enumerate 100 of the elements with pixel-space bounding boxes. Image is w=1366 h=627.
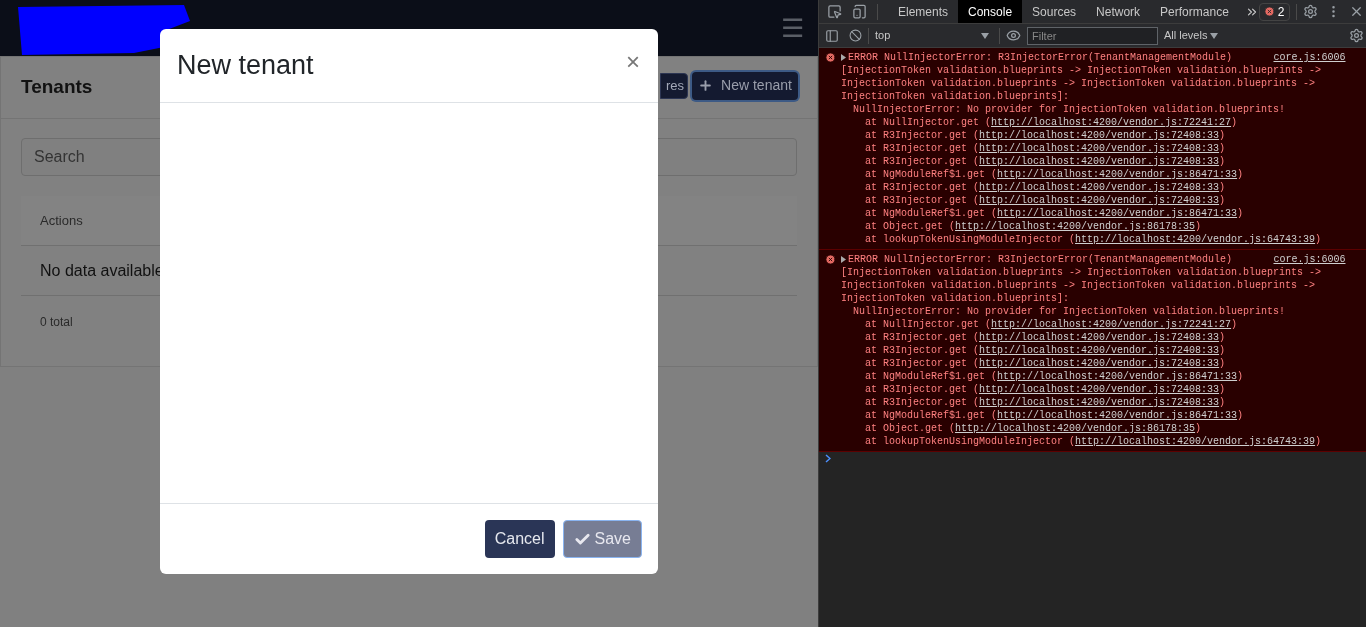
stack-call: at Object.get ( [865,422,955,435]
stack-link[interactable]: http://localhost:4200/vendor.js:86178:35 [955,422,1196,435]
stack-link[interactable]: http://localhost:4200/vendor.js:72408:33 [979,142,1220,155]
stack-paren: ) [1219,396,1226,409]
source-link[interactable]: core.js:6006 [1273,51,1346,64]
stack-paren: ) [1219,344,1226,357]
error-count: 2 [1277,3,1285,21]
stack-paren: ) [1237,409,1244,422]
stack-paren: ) [1237,207,1244,220]
plus-icon [698,78,714,93]
stack-paren: ) [1195,422,1202,435]
console-prompt-icon[interactable] [825,454,831,463]
stack-call: at NgModuleRef$1.get ( [865,409,998,422]
error-text-line: [InjectionToken validation.blueprints -> InjectionToken validation.blueprints -> [841,266,1323,279]
error-text-line: InjectionToken validation.blueprints]: [841,90,1071,103]
new-tenant-button[interactable]: New tenant [692,71,798,100]
devtools-tab[interactable]: Network [1086,0,1151,23]
stack-paren: ) [1219,181,1226,194]
stack-link[interactable]: http://localhost:4200/vendor.js:72408:33 [979,344,1220,357]
total-count: 0 total [40,314,73,331]
stack-link[interactable]: http://localhost:4200/vendor.js:72241:27 [991,116,1232,129]
stack-paren: ) [1231,318,1238,331]
expand-triangle-icon [841,54,846,61]
page-title: Tenants [21,75,93,100]
stack-call: at Object.get ( [865,220,955,233]
stack-paren: ) [1219,142,1226,155]
error-icon [1263,6,1275,17]
stack-link[interactable]: http://localhost:4200/vendor.js:72408:33 [979,129,1220,142]
error-text-line: InjectionToken validation.blueprints]: [841,292,1071,305]
stack-paren: ) [1237,370,1244,383]
stack-call: at R3Injector.get ( [865,129,980,142]
stack-link[interactable]: http://localhost:4200/vendor.js:86471:33 [997,409,1238,422]
sidebar-toggle-icon[interactable] [825,28,839,43]
stack-link[interactable]: http://localhost:4200/vendor.js:64743:39 [1075,233,1316,246]
stack-paren: ) [1315,233,1322,246]
stack-call: at R3Injector.get ( [865,396,980,409]
stack-link[interactable]: http://localhost:4200/vendor.js:72408:33 [979,396,1220,409]
error-detail: NullInjectorError: No provider for InjectionToken validation.blueprints! [852,103,1287,116]
stack-call: at NgModuleRef$1.get ( [865,207,998,220]
modal-title: New tenant [177,49,314,83]
clear-console-icon[interactable] [849,29,862,42]
cancel-button[interactable]: Cancel [484,520,555,558]
devtools-tab[interactable]: Console [958,0,1023,23]
stack-paren: ) [1219,155,1226,168]
log-levels-selector[interactable]: All levels [1164,27,1219,44]
stack-call: at R3Injector.get ( [865,344,980,357]
stack-link[interactable]: http://localhost:4200/vendor.js:72408:33 [979,331,1220,344]
expand-triangle-icon [841,256,846,263]
stack-paren: ) [1219,129,1226,142]
error-count-badge[interactable]: 2 [1258,2,1290,21]
stack-call: at R3Injector.get ( [865,155,980,168]
empty-table-text: No data available [40,260,164,281]
close-button[interactable]: × [626,49,640,74]
error-text-line: InjectionToken validation.blueprints -> InjectionToken validation.blueprints -> [841,279,1317,292]
inspect-icon[interactable] [827,4,842,19]
stack-link[interactable]: http://localhost:4200/vendor.js:72241:27 [991,318,1232,331]
stack-paren: ) [1219,383,1226,396]
devtools-tab[interactable]: Sources [1022,0,1087,23]
stack-call: at R3Injector.get ( [865,383,980,396]
dropdown-caret-icon [981,32,989,39]
settings-icon[interactable] [1302,4,1318,19]
stack-link[interactable]: http://localhost:4200/vendor.js:72408:33 [979,194,1220,207]
stack-link[interactable]: http://localhost:4200/vendor.js:86471:33 [997,370,1238,383]
stack-call: at R3Injector.get ( [865,181,980,194]
column-header: Actions [40,211,83,230]
stack-link[interactable]: http://localhost:4200/vendor.js:64743:39 [1075,435,1316,448]
stack-call: at R3Injector.get ( [865,331,980,344]
stack-call: at NullInjector.get ( [865,116,992,129]
stack-paren: ) [1219,331,1226,344]
stack-call: at R3Injector.get ( [865,357,980,370]
stack-call: at NgModuleRef$1.get ( [865,168,998,181]
error-text-line: InjectionToken validation.blueprints -> InjectionToken validation.blueprints -> [841,77,1317,90]
stack-link[interactable]: http://localhost:4200/vendor.js:72408:33 [979,155,1220,168]
stack-paren: ) [1219,357,1226,370]
console-settings-icon[interactable] [1348,28,1364,43]
error-icon [825,254,836,265]
device-toolbar-icon[interactable] [852,4,867,19]
context-selector[interactable]: top [875,27,993,44]
error-detail: NullInjectorError: No provider for InjectionToken validation.blueprints! [852,305,1287,318]
stack-paren: ) [1237,168,1244,181]
dropdown-caret-icon [1210,32,1219,39]
stack-link[interactable]: http://localhost:4200/vendor.js:72408:33 [979,181,1220,194]
source-link[interactable]: core.js:6006 [1273,253,1346,266]
stack-paren: ) [1195,220,1202,233]
stack-call: at R3Injector.get ( [865,142,980,155]
filter-field[interactable]: Filter [1027,26,1158,45]
devtools-tab[interactable]: Performance [1150,0,1239,23]
header-button[interactable]: res [660,72,688,99]
stack-call: at NgModuleRef$1.get ( [865,370,998,383]
stack-paren: ) [1315,435,1322,448]
stack-link[interactable]: http://localhost:4200/vendor.js:72408:33 [979,357,1220,370]
stack-paren: ) [1219,194,1226,207]
devtools-tab[interactable]: Elements [888,0,959,23]
error-header: ERROR NullInjectorError: R3InjectorError(TenantManagementModule) [848,51,1233,64]
error-text-line: [InjectionToken validation.blueprints -> InjectionToken validation.blueprints -> [841,64,1323,77]
stack-link[interactable]: http://localhost:4200/vendor.js:86178:35 [955,220,1196,233]
stack-link[interactable]: http://localhost:4200/vendor.js:86471:33 [997,168,1238,181]
stack-link[interactable]: http://localhost:4200/vendor.js:72408:33 [979,383,1220,396]
stack-link[interactable]: http://localhost:4200/vendor.js:86471:33 [997,207,1238,220]
live-expression-icon[interactable] [1006,28,1021,43]
